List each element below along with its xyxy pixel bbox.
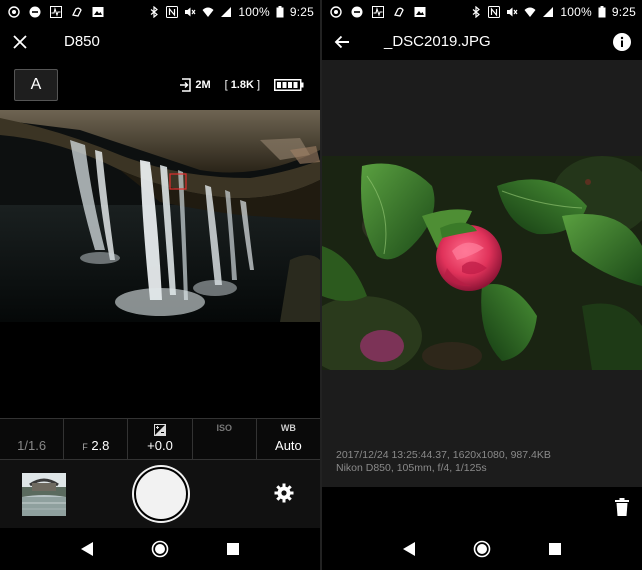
do-not-disturb-icon bbox=[351, 6, 363, 18]
nav-back-icon[interactable] bbox=[400, 540, 418, 558]
status-bar: 100% 9:25 bbox=[0, 0, 320, 24]
gear-icon[interactable] bbox=[274, 483, 294, 503]
navigation-bar bbox=[322, 528, 642, 570]
camera-info-row: 2M [ 1.8K ] bbox=[180, 78, 304, 92]
image-size-indicator: 2M bbox=[180, 78, 211, 92]
iso-label: ISO bbox=[216, 423, 232, 433]
navigation-bar bbox=[0, 528, 320, 570]
exposure-compensation-setting[interactable]: +0.0 bbox=[128, 419, 193, 459]
arrow-left-icon[interactable] bbox=[332, 32, 352, 52]
image-icon bbox=[92, 7, 104, 17]
aperture-value: 2.8 bbox=[91, 438, 110, 453]
info-icon[interactable] bbox=[612, 32, 632, 52]
wb-label: WB bbox=[280, 423, 296, 433]
image-viewer-screen: 100% 9:25 _DSC2019.JPG 2017/12/24 13:25:… bbox=[322, 0, 642, 570]
card-arrow-icon bbox=[180, 78, 192, 92]
camera-name: D850 bbox=[64, 33, 100, 50]
aperture-label: F bbox=[82, 442, 88, 452]
shooting-mode-button[interactable]: A bbox=[14, 69, 58, 101]
aperture-setting[interactable]: F 2.8 bbox=[64, 419, 129, 459]
exposure-compensation-icon bbox=[154, 424, 166, 436]
mute-icon bbox=[507, 7, 518, 17]
nav-home-icon[interactable] bbox=[151, 540, 169, 558]
nav-back-icon[interactable] bbox=[78, 540, 96, 558]
pulse-icon bbox=[50, 6, 62, 18]
live-view[interactable] bbox=[0, 110, 320, 322]
white-balance-setting[interactable]: WB Auto bbox=[257, 419, 320, 459]
signal-icon bbox=[543, 7, 554, 17]
viewer-action-bar bbox=[322, 487, 642, 528]
wifi-icon bbox=[202, 7, 214, 17]
pulse-icon bbox=[372, 6, 384, 18]
nfc-icon bbox=[166, 6, 179, 18]
image-filename: _DSC2019.JPG bbox=[384, 33, 491, 50]
clock: 9:25 bbox=[611, 5, 636, 19]
notification-icon bbox=[330, 6, 342, 18]
status-bar: 100% 9:25 bbox=[322, 0, 642, 24]
battery-icon bbox=[276, 6, 284, 18]
nfc-icon bbox=[488, 6, 501, 18]
camellia-photo bbox=[322, 156, 642, 370]
photo-metadata: 2017/12/24 13:25:44.37, 1620x1080, 987.4… bbox=[336, 449, 551, 475]
iso-setting[interactable]: ISO bbox=[193, 419, 257, 459]
battery-full-icon bbox=[274, 79, 304, 91]
thumbnail-image bbox=[22, 473, 66, 516]
shutter-speed-value: 1/1.6 bbox=[17, 438, 47, 453]
nav-recents-icon[interactable] bbox=[546, 540, 564, 558]
nav-home-icon[interactable] bbox=[473, 540, 491, 558]
photo-meta-exif: Nikon D850, 105mm, f/4, 1/125s bbox=[336, 462, 487, 474]
shots-remaining-indicator: [ 1.8K ] bbox=[224, 79, 260, 91]
trash-icon[interactable] bbox=[614, 497, 630, 517]
wb-value: Auto bbox=[275, 438, 302, 453]
signal-icon bbox=[221, 7, 232, 17]
image-size-value: 2M bbox=[195, 79, 211, 91]
wifi-call-icon bbox=[394, 7, 404, 17]
do-not-disturb-icon bbox=[29, 6, 41, 18]
image-icon bbox=[414, 7, 426, 17]
shutter-button[interactable] bbox=[134, 467, 188, 521]
bluetooth-icon bbox=[150, 6, 159, 18]
photo-preview[interactable] bbox=[322, 156, 642, 370]
shutter-speed-setting[interactable]: 1/1.6 bbox=[0, 419, 65, 459]
shots-remaining-value: 1.8K bbox=[230, 79, 254, 91]
close-icon[interactable] bbox=[10, 32, 30, 52]
wifi-icon bbox=[524, 7, 536, 17]
nav-recents-icon[interactable] bbox=[224, 540, 242, 558]
capture-controls bbox=[0, 460, 320, 528]
bluetooth-icon bbox=[472, 6, 481, 18]
notification-icon bbox=[8, 6, 20, 18]
clock: 9:25 bbox=[289, 5, 314, 19]
photo-meta-date-size: 2017/12/24 13:25:44.37, 1620x1080, 987.4… bbox=[336, 449, 551, 461]
exposure-settings-bar: 1/1.6 F 2.8 +0.0 ISO WB Auto bbox=[0, 418, 320, 460]
waterfall-scene bbox=[0, 110, 320, 322]
battery-icon bbox=[598, 6, 606, 18]
exposure-compensation-value: +0.0 bbox=[147, 438, 173, 453]
last-shot-thumbnail[interactable] bbox=[22, 473, 66, 516]
camera-screen: 100% 9:25 D850 A 2M [ 1.8K ] 1/1.6 F 2.8… bbox=[0, 0, 320, 570]
mute-icon bbox=[185, 7, 196, 17]
battery-percent: 100% bbox=[238, 5, 270, 19]
battery-percent: 100% bbox=[560, 5, 592, 19]
wifi-call-icon bbox=[72, 7, 82, 17]
